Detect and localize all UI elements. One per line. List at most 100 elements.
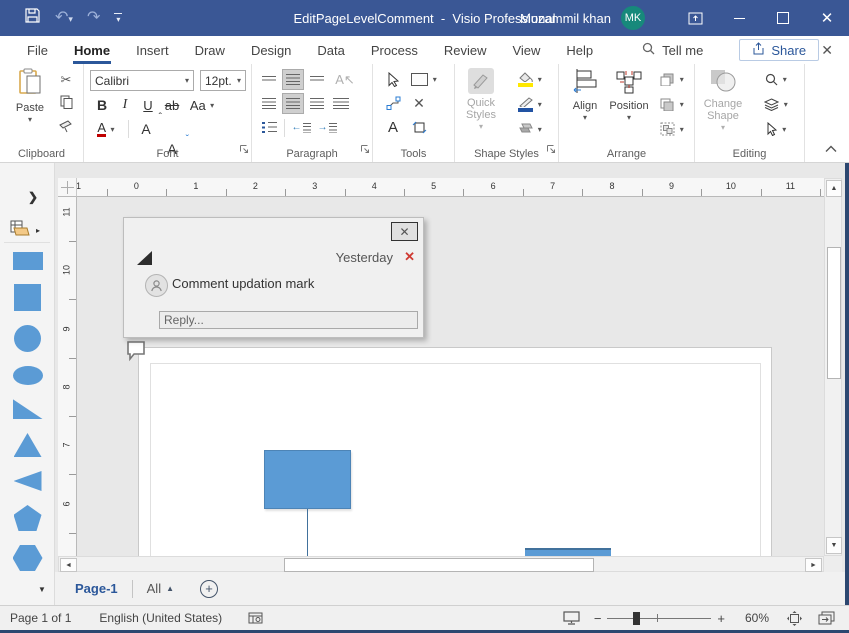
underline-button[interactable]: U — [138, 95, 158, 115]
increase-indent-button[interactable]: → — [316, 117, 338, 138]
macro-record-icon[interactable] — [248, 612, 263, 624]
tab-draw[interactable]: Draw — [182, 36, 238, 64]
maximize-button[interactable] — [761, 0, 805, 36]
decrease-indent-button[interactable]: ← — [290, 117, 312, 138]
stencil-shape-ellipse[interactable] — [13, 366, 43, 385]
bold-button[interactable]: B — [92, 95, 112, 115]
scroll-shapes-down-icon[interactable]: ▼ — [38, 585, 46, 594]
stencil-shape-right-triangle[interactable] — [13, 399, 43, 419]
page-indicator[interactable]: Page 1 of 1 — [10, 611, 71, 625]
stencil-shape-square[interactable] — [14, 284, 41, 311]
group-shapes-button[interactable]: ▾ — [655, 119, 689, 139]
undo-icon[interactable]: ↶▾ — [55, 10, 73, 26]
stencil-shape-pentagon[interactable] — [14, 505, 42, 531]
cut-icon[interactable]: ✂ — [56, 70, 76, 90]
stencil-shape-triangle[interactable] — [14, 433, 42, 457]
effects-button[interactable]: ▾ — [513, 119, 547, 139]
comment-popup-close-button[interactable]: ✕ — [391, 222, 418, 241]
align-button[interactable]: Align ▾ — [563, 68, 607, 122]
expand-shapes-panel-icon[interactable]: ❯ — [28, 190, 38, 204]
zoom-level[interactable]: 60% — [731, 611, 769, 625]
align-center-button[interactable] — [282, 93, 304, 114]
zoom-in-button[interactable]: + — [711, 611, 731, 626]
align-left-button[interactable] — [258, 93, 280, 114]
copy-icon[interactable] — [56, 92, 76, 112]
stencil-shape-circle[interactable] — [14, 325, 41, 352]
minimize-button[interactable] — [717, 0, 761, 36]
rectangle-tool-icon[interactable]: ▾ — [409, 69, 439, 89]
fit-page-to-window-icon[interactable] — [787, 611, 802, 626]
position-button[interactable]: Position ▾ — [607, 68, 651, 122]
canvas-shape-rectangle[interactable] — [264, 450, 351, 509]
italic-button[interactable]: I — [115, 95, 135, 115]
layers-button[interactable]: ▾ — [759, 94, 793, 114]
customize-quick-access-icon[interactable]: ▾ — [114, 13, 122, 24]
tab-file[interactable]: File — [14, 36, 61, 64]
presentation-mode-icon[interactable] — [563, 611, 580, 625]
zoom-slider[interactable] — [607, 611, 711, 625]
text-direction-button[interactable]: A↖ — [334, 69, 356, 90]
ribbon-display-options-button[interactable] — [673, 0, 717, 36]
zoom-slider-thumb[interactable] — [633, 612, 640, 625]
canvas-shape-partial[interactable] — [525, 548, 611, 556]
paste-button[interactable]: Paste ▾ — [8, 68, 52, 124]
horizontal-scrollbar[interactable]: ◄ ► — [58, 556, 824, 572]
scroll-left-button[interactable]: ◄ — [60, 558, 77, 572]
close-button[interactable]: ✕ — [805, 0, 849, 36]
format-painter-icon[interactable] — [56, 116, 76, 136]
zoom-out-button[interactable]: − — [588, 611, 608, 626]
justify-button[interactable] — [330, 93, 352, 114]
align-right-button[interactable] — [306, 93, 328, 114]
send-backward-button[interactable]: ▾ — [655, 94, 689, 114]
connector-tool-icon[interactable] — [383, 93, 403, 113]
quick-styles-button[interactable]: Quick Styles ▾ — [459, 68, 503, 131]
canvas-connector-line[interactable] — [307, 509, 308, 556]
account-user-name[interactable]: Muzammil khan — [520, 11, 611, 26]
tab-design[interactable]: Design — [238, 36, 304, 64]
scroll-right-button[interactable]: ► — [805, 558, 822, 572]
tell-me-box[interactable]: Tell me — [642, 42, 703, 58]
align-middle-button[interactable] — [282, 69, 304, 90]
font-color-button[interactable]: A ▾ — [92, 119, 120, 139]
document-close-button[interactable]: ✕ — [821, 42, 833, 59]
stencil-shape-rectangle[interactable] — [13, 252, 43, 270]
strikethrough-button[interactable]: ab — [162, 95, 182, 115]
fill-color-button[interactable]: ▾ — [513, 69, 547, 89]
font-size-select[interactable]: 12pt.▾ — [200, 70, 246, 91]
scroll-up-button[interactable]: ▲ — [826, 180, 842, 197]
align-top-button[interactable] — [258, 69, 280, 90]
all-pages-button[interactable]: All▲ — [147, 581, 174, 596]
scroll-down-button[interactable]: ▼ — [826, 537, 842, 554]
insert-page-button[interactable]: + — [200, 580, 218, 598]
line-color-button[interactable]: ▾ — [513, 94, 547, 114]
vertical-scroll-thumb[interactable] — [827, 247, 841, 379]
align-bottom-button[interactable] — [306, 69, 328, 90]
tab-help[interactable]: Help — [553, 36, 606, 64]
change-shape-button[interactable]: Change Shape ▾ — [701, 68, 745, 132]
find-button[interactable]: ▾ — [759, 69, 793, 89]
change-case-button[interactable]: Aa ▾ — [188, 95, 216, 115]
tab-data[interactable]: Data — [304, 36, 357, 64]
redo-icon[interactable]: ↷ — [87, 10, 100, 26]
horizontal-scroll-thumb[interactable] — [284, 558, 594, 572]
reply-input[interactable] — [159, 311, 418, 329]
vertical-scrollbar[interactable]: ▲ ▼ — [824, 178, 842, 556]
stencil-header[interactable]: ▸ — [10, 220, 40, 241]
page-tab-page1[interactable]: Page-1 — [75, 581, 118, 596]
tab-insert[interactable]: Insert — [123, 36, 182, 64]
bring-forward-button[interactable]: ▾ — [655, 69, 689, 89]
bullets-button[interactable] — [258, 117, 280, 138]
collapse-ribbon-button[interactable] — [825, 140, 837, 158]
pointer-tool-icon[interactable] — [383, 69, 403, 89]
select-button[interactable]: ▾ — [759, 119, 793, 139]
share-button[interactable]: Share — [739, 39, 819, 61]
font-family-select[interactable]: Calibri▾ — [90, 70, 194, 91]
stencil-shape-hexagon[interactable] — [13, 545, 43, 571]
delete-comment-button[interactable]: ✕ — [404, 249, 415, 265]
save-icon[interactable] — [24, 7, 41, 29]
grow-font-button[interactable]: Aˆ — [136, 119, 156, 139]
text-tool-icon[interactable]: A — [383, 117, 403, 137]
free-transform-icon[interactable] — [409, 117, 429, 137]
page-comment-marker-icon[interactable] — [125, 339, 148, 367]
stencil-shape-left-triangle[interactable] — [14, 471, 42, 491]
